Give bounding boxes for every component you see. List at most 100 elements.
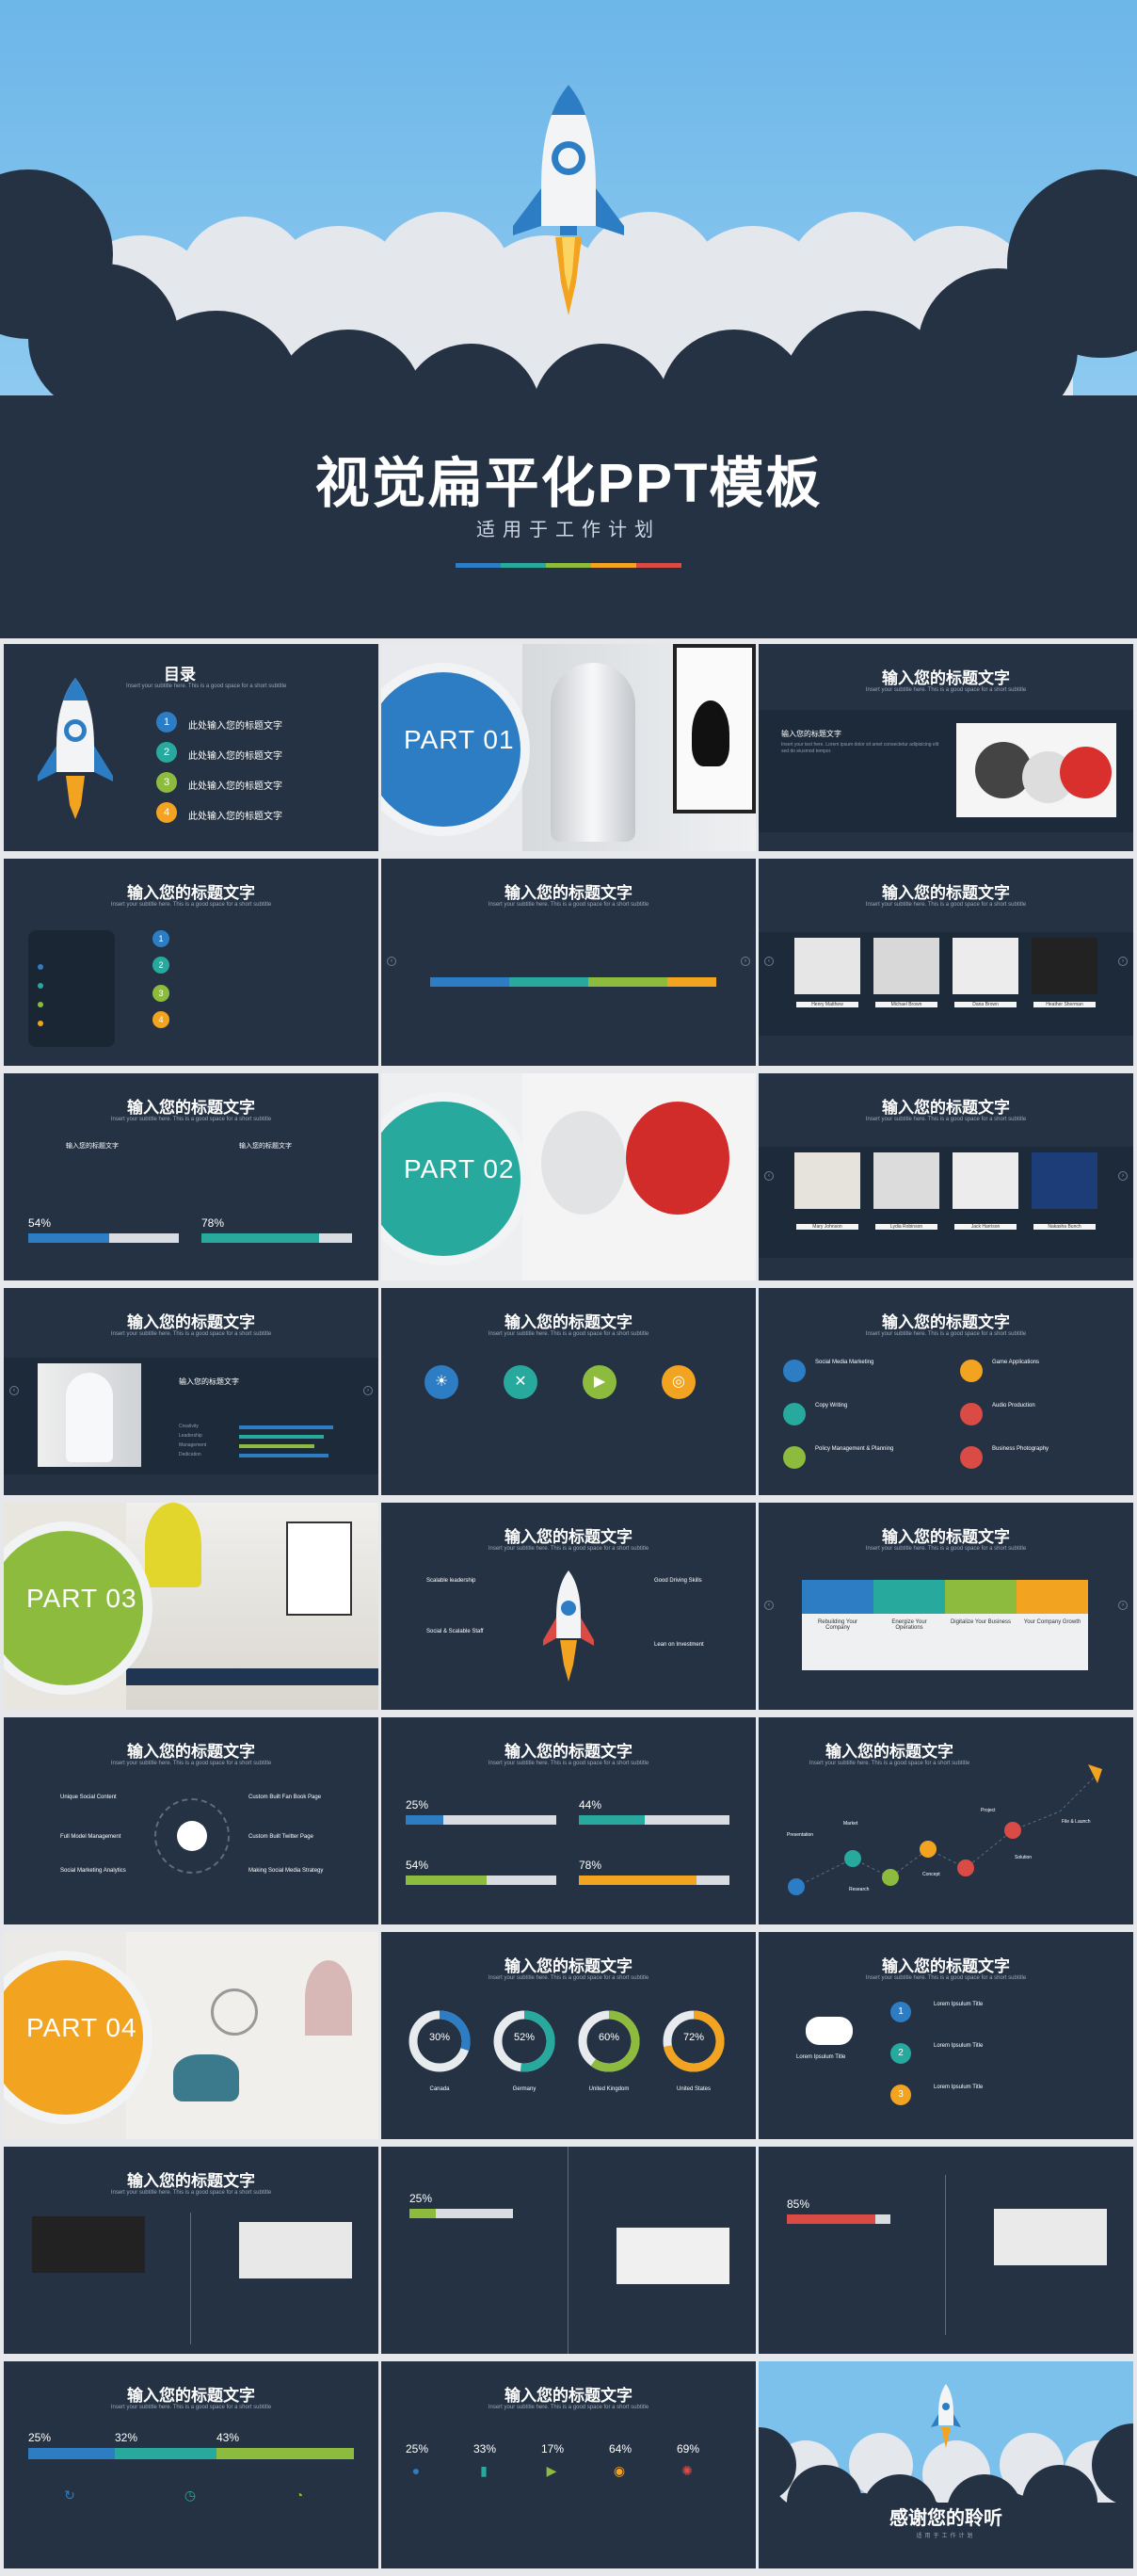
toc-item-2[interactable]: 此处输入您的标题文字: [188, 748, 282, 762]
gamepad-item-1: Lorem Ipsulum Title: [934, 2002, 984, 2007]
slide-services[interactable]: 输入您的标题文字 Insert your subtitle here. This…: [759, 1288, 1133, 1495]
nav-prev-icon[interactable]: ‹: [764, 957, 774, 966]
nav-next-icon[interactable]: ›: [1118, 1171, 1128, 1181]
slide-subtitle: Insert your subtitle here. This is a goo…: [488, 1975, 649, 1981]
block-heading-2: 输入您的标题文字: [239, 1143, 292, 1150]
team-name-3: Dana Brown: [954, 1002, 1017, 1007]
progress-pct-1: 54%: [28, 1216, 52, 1230]
slide-row1-c[interactable]: 输入您的标题文字 Insert your subtitle here. This…: [759, 644, 1133, 851]
hero-subtitle: 适用于工作计划: [476, 518, 661, 540]
nav-prev-icon[interactable]: ‹: [387, 957, 396, 966]
slide-path[interactable]: 输入您的标题文字 Insert your subtitle here. This…: [759, 1717, 1133, 1924]
slide-photos-a[interactable]: 输入您的标题文字 Insert your subtitle here. This…: [4, 2147, 378, 2354]
cycle-label-2: Custom Built Fan Book Page: [248, 1795, 322, 1800]
progress-b-pct-3: 54%: [406, 1859, 429, 1872]
gamepad-icon: [960, 1360, 983, 1382]
progress-b-pct-4: 78%: [579, 1859, 602, 1872]
shoes-photo: [617, 2228, 729, 2284]
slide-rocket[interactable]: 输入您的标题文字 Insert your subtitle here. This…: [381, 1503, 756, 1710]
clock-icon: ◷: [184, 2487, 197, 2503]
service-left-1: Social Media Marketing: [815, 1360, 874, 1365]
team2-name-4: Nakasha Bunch: [1033, 1224, 1096, 1230]
slide-gamepad[interactable]: 输入您的标题文字 Insert your subtitle here. This…: [759, 1932, 1133, 2139]
nav-prev-icon[interactable]: ‹: [764, 1601, 774, 1610]
slide-part-03[interactable]: PART 03: [4, 1503, 378, 1710]
nav-next-icon[interactable]: ›: [1118, 1601, 1128, 1610]
slide-title: 输入您的标题文字: [504, 1313, 633, 1331]
slide-title: 输入您的标题文字: [882, 1099, 1010, 1117]
toc-number-2: 2: [156, 742, 177, 763]
slide-colored-boxes[interactable]: 输入您的标题文字 Insert your subtitle here. This…: [759, 1503, 1133, 1710]
donut-label-2: Germany: [512, 2086, 536, 2092]
interior-photo: [126, 1503, 378, 1710]
hero-slide[interactable]: 视觉扁平化PPT模板 适用于工作计划: [0, 0, 1137, 638]
slide-team-2[interactable]: 输入您的标题文字 Insert your subtitle here. This…: [759, 1073, 1133, 1280]
hero-colorbar: [456, 563, 681, 568]
skills-heading: 输入您的标题文字: [179, 1377, 239, 1386]
cycle-label-5: Social Marketing Analytics: [60, 1868, 126, 1874]
nav-next-icon[interactable]: ›: [741, 957, 750, 966]
donut-pct-1: 30%: [428, 2032, 451, 2043]
slide-skills[interactable]: 输入您的标题文字 Insert your subtitle here. This…: [4, 1288, 378, 1495]
slide-row2-a[interactable]: 输入您的标题文字 Insert your subtitle here. This…: [4, 859, 378, 1066]
toc-item-4[interactable]: 此处输入您的标题文字: [188, 808, 282, 822]
slide-part-04[interactable]: PART 04: [4, 1932, 378, 2139]
progress-b-pct-2: 44%: [579, 1798, 602, 1811]
slide-subtitle: Insert your subtitle here. This is a goo…: [865, 902, 1027, 908]
slide-part-01[interactable]: PART 01: [381, 644, 756, 851]
slide-photos-b[interactable]: 25%: [381, 2147, 756, 2354]
cycle-label-3: Full Model Management: [60, 1834, 121, 1840]
slide-subtitle: Insert your subtitle here. This is a goo…: [865, 1331, 1027, 1337]
slide-triple-bar[interactable]: 输入您的标题文字 Insert your subtitle here. This…: [4, 2361, 378, 2568]
slide-donuts[interactable]: 输入您的标题文字 Insert your subtitle here. This…: [381, 1932, 756, 2139]
block-heading-1: 输入您的标题文字: [66, 1143, 119, 1150]
slide-cycle[interactable]: 输入您的标题文字 Insert your subtitle here. This…: [4, 1717, 378, 1924]
team-name-2: Michael Brown: [875, 1002, 937, 1007]
slide-title: 输入您的标题文字: [825, 1743, 953, 1761]
toc-number-1: 1: [156, 712, 177, 733]
nav-prev-icon[interactable]: ‹: [9, 1386, 19, 1395]
camera-icon: [960, 1446, 983, 1469]
part-label: PART 02: [404, 1154, 515, 1183]
path-label-5: Project: [981, 1808, 996, 1813]
rocket-icon: [543, 1570, 594, 1682]
rss-icon: ◉: [613, 2463, 626, 2478]
slide-toc[interactable]: 目录 Insert your subtitle here. This is a …: [4, 644, 378, 851]
slide-title: 输入您的标题文字: [127, 884, 255, 902]
donut-label-4: United States: [676, 2086, 712, 2092]
slide-team[interactable]: 输入您的标题文字 Insert your subtitle here. This…: [759, 859, 1133, 1066]
team2-name-1: Mary Johnson: [796, 1224, 858, 1230]
service-right-1: Game Applications: [992, 1360, 1040, 1365]
clouds-illustration: [0, 85, 1137, 638]
slide-photos-c[interactable]: 85%: [759, 2147, 1133, 2354]
slide-subtitle: Insert your subtitle here. This is a goo…: [488, 1331, 649, 1337]
triple-pct-2: 32%: [115, 2431, 138, 2444]
donut-label-3: United Kingdom: [588, 2086, 630, 2092]
timeline-pct-b: 85%: [787, 2198, 810, 2211]
nav-next-icon[interactable]: ›: [363, 1386, 373, 1395]
nav-next-icon[interactable]: ›: [1118, 957, 1128, 966]
slide-thanks[interactable]: 感谢您的聆听 适用于工作计划: [759, 2361, 1133, 2568]
path-label-2: Market: [843, 1821, 858, 1827]
policy-icon: [783, 1446, 806, 1469]
gamepad-item-3: Lorem Ipsulum Title: [934, 2085, 984, 2090]
team-name-1: Henry Matthew: [796, 1002, 858, 1007]
slide-title: 输入您的标题文字: [127, 2387, 255, 2405]
slide-five-pct[interactable]: 输入您的标题文字 Insert your subtitle here. This…: [381, 2361, 756, 2568]
slide-subtitle: Insert your subtitle here. This is a goo…: [110, 2190, 272, 2196]
slide-four-icons[interactable]: 输入您的标题文字 Insert your subtitle here. This…: [381, 1288, 756, 1495]
slide-progress-b[interactable]: 输入您的标题文字 Insert your subtitle here. This…: [381, 1717, 756, 1924]
toc-item-1[interactable]: 此处输入您的标题文字: [188, 717, 282, 732]
toc-item-3[interactable]: 此处输入您的标题文字: [188, 778, 282, 792]
section-heading: 输入您的标题文字: [781, 730, 841, 738]
progress-b-fill-1: [406, 1815, 443, 1825]
slide-part-02[interactable]: PART 02: [381, 1073, 756, 1280]
slide-progress-a[interactable]: 输入您的标题文字 Insert your subtitle here. This…: [4, 1073, 378, 1280]
path-label-3: Research: [849, 1887, 870, 1892]
box-label-3: Digitalize Your Business: [950, 1619, 1012, 1625]
nav-prev-icon[interactable]: ‹: [764, 1171, 774, 1181]
slide-timeline[interactable]: 输入您的标题文字 Insert your subtitle here. This…: [381, 859, 756, 1066]
five-pct-3: 17%: [541, 2442, 565, 2455]
gamepad-caption: Lorem Ipsulum Title: [796, 2054, 846, 2060]
headphones-photo: [522, 1073, 756, 1280]
